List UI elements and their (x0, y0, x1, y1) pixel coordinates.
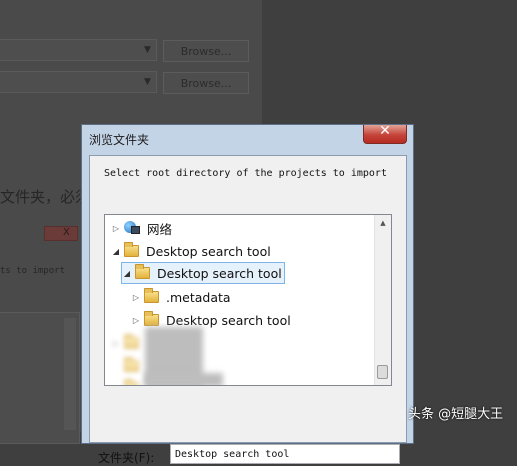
background-red-button: X (44, 226, 78, 241)
tree-item-blurred[interactable] (111, 355, 146, 377)
dialog-client-area: Select root directory of the projects to… (89, 155, 407, 465)
background-path-field-2 (0, 71, 157, 93)
expand-arrow-icon[interactable]: ▷ (131, 293, 141, 302)
background-path-field (0, 39, 157, 61)
blurred-region (145, 373, 223, 385)
scroll-up-icon[interactable]: ▲ (375, 215, 391, 231)
folder-icon (144, 288, 159, 303)
expand-arrow-icon[interactable]: ▷ (111, 224, 121, 233)
network-icon (124, 221, 140, 235)
tree-item-metadata[interactable]: ▷ .metadata (131, 286, 231, 308)
expand-arrow-icon: ▷ (112, 338, 120, 348)
tree-item-label: Desktop search tool (166, 312, 291, 328)
tree-item-label: .metadata (166, 289, 231, 305)
tree-scrollbar[interactable]: ▲ (374, 215, 391, 385)
dialog-titlebar[interactable]: 浏览文件夹 ✕ (82, 123, 413, 153)
tree-item-desktop-search-tool[interactable]: ◢ Desktop search tool (111, 240, 271, 262)
scroll-down-icon[interactable] (375, 367, 391, 383)
tree-item-desktop-search-tool-selected[interactable]: ◢ Desktop search tool (121, 262, 285, 284)
background-browse-button: Browse... (163, 40, 249, 62)
background-browse-button-2: Browse... (163, 72, 249, 94)
dialog-instruction: Select root directory of the projects to… (104, 168, 387, 179)
collapse-arrow-icon[interactable]: ◢ (122, 269, 132, 278)
collapse-arrow-icon[interactable]: ◢ (111, 247, 121, 256)
tree-item-label: 网络 (147, 221, 173, 237)
folder-icon (124, 379, 139, 385)
close-button[interactable]: ✕ (363, 123, 407, 144)
tree-item-blurred[interactable] (111, 377, 146, 385)
folder-icon (144, 311, 159, 326)
folder-field-label: 文件夹(F): (98, 451, 155, 465)
folder-input[interactable] (170, 444, 400, 464)
folder-icon (124, 334, 139, 349)
folder-icon (135, 264, 150, 279)
close-icon: ✕ (379, 123, 391, 139)
background-scrollbar (64, 318, 76, 430)
browse-folder-dialog: 浏览文件夹 ✕ Select root directory of the pro… (81, 123, 414, 465)
dialog-title: 浏览文件夹 (89, 133, 150, 147)
folder-icon (124, 242, 139, 257)
chevron-down-icon: ▼ (144, 45, 151, 55)
tree-item-label: Desktop search tool (157, 265, 282, 281)
folder-tree[interactable]: ▷ 网络 ◢ Desktop search tool ◢ Desktop sea… (104, 214, 392, 386)
folder-icon (124, 357, 139, 372)
chevron-down-icon: ▼ (144, 77, 151, 87)
expand-arrow-icon[interactable]: ▷ (131, 316, 141, 325)
tree-item-blurred[interactable]: ▷ (111, 332, 146, 354)
watermark-text: 头条 @短腿大王 (408, 407, 504, 422)
tree-item-network[interactable]: ▷ 网络 (111, 217, 172, 239)
tree-item-label: Desktop search tool (146, 243, 271, 259)
background-mono-text: ts to import (0, 266, 66, 276)
